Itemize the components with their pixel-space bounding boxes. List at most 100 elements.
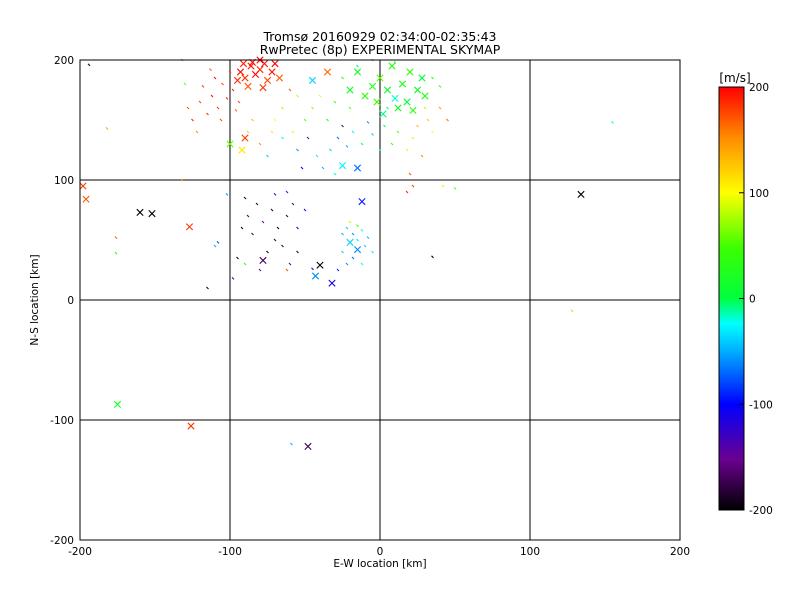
data-point-dot — [114, 236, 118, 239]
data-point-dot — [303, 118, 307, 122]
y-tick-label: 100 — [54, 175, 74, 187]
data-point-dot — [273, 193, 277, 196]
data-point-dot — [336, 136, 340, 140]
data-point-cross — [323, 68, 332, 76]
data-point-cross — [421, 92, 429, 100]
data-point-cross — [185, 223, 194, 231]
data-point-dot — [219, 118, 223, 122]
data-point-dot — [225, 97, 229, 100]
data-point-dot — [273, 238, 277, 242]
data-point-dot — [240, 226, 244, 230]
data-point-cross — [409, 106, 417, 114]
data-point-dot — [246, 130, 250, 134]
data-point-dot — [570, 309, 574, 313]
data-point-cross — [353, 68, 362, 76]
data-point-dot — [396, 130, 400, 134]
data-point-dot — [281, 244, 284, 248]
data-point-dot — [378, 148, 382, 152]
data-point-dot — [291, 130, 295, 134]
data-point-dot — [221, 82, 224, 86]
data-point-cross — [244, 82, 252, 90]
data-point-dot — [296, 226, 299, 230]
data-point-dot — [351, 232, 355, 236]
data-point-dot — [341, 124, 344, 128]
data-point-dot — [236, 256, 239, 260]
data-point-cross — [403, 98, 411, 106]
data-point-dot — [210, 94, 214, 98]
data-point-cross — [388, 62, 396, 70]
data-point-cross — [241, 134, 249, 142]
data-point-dot — [258, 142, 262, 146]
data-point-dot — [206, 112, 209, 116]
data-point-dot — [341, 250, 344, 254]
data-point-dot — [281, 106, 284, 110]
data-point-dot — [114, 251, 118, 255]
data-point-dot — [356, 238, 359, 242]
data-point-cross — [577, 190, 585, 198]
data-point-cross — [148, 210, 156, 218]
data-point-cross — [260, 60, 269, 68]
data-point-cross — [239, 60, 248, 68]
data-point-dot — [411, 184, 415, 188]
data-point-dot — [383, 124, 386, 128]
data-point-dot — [333, 172, 337, 176]
data-point-dot — [329, 148, 332, 152]
data-point-dot — [360, 262, 364, 266]
data-point-dot — [345, 226, 349, 230]
data-point-dot — [231, 88, 235, 92]
data-point-dot — [225, 193, 229, 196]
data-point-dot — [87, 63, 91, 67]
data-point-dot — [183, 82, 187, 86]
data-point-dot — [191, 118, 194, 122]
data-point-cross — [338, 162, 347, 170]
data-point-dot — [371, 250, 374, 254]
data-point-dot — [288, 262, 292, 266]
data-point-dot — [213, 76, 217, 80]
data-point-dot — [209, 68, 212, 71]
data-points — [79, 56, 614, 450]
data-point-dot — [438, 85, 442, 88]
data-point-dot — [326, 118, 329, 122]
data-point-dot — [311, 106, 314, 110]
data-point-cross — [346, 238, 354, 246]
data-point-dot — [420, 154, 424, 158]
data-point-cross — [353, 246, 362, 254]
data-point-dot — [246, 214, 250, 218]
data-point-dot — [216, 106, 220, 110]
x-axis-label: E-W location [km] — [333, 558, 426, 570]
data-point-cross — [358, 198, 366, 206]
data-point-dot — [441, 184, 445, 188]
data-point-cross — [304, 442, 312, 450]
data-point-dot — [315, 154, 319, 158]
data-point-dot — [201, 85, 205, 88]
data-point-dot — [290, 442, 293, 446]
data-point-dot — [411, 136, 415, 140]
data-point-cross — [368, 82, 377, 90]
data-point-dot — [360, 229, 364, 232]
data-point-dot — [341, 232, 344, 236]
data-point-dot — [270, 130, 274, 134]
data-point-cross — [187, 422, 195, 430]
data-point-dot — [341, 76, 344, 80]
data-point-dot — [291, 202, 295, 206]
data-point-dot — [318, 94, 322, 98]
data-point-cross — [398, 80, 407, 88]
data-point-cross — [391, 94, 399, 102]
data-point-dot — [360, 142, 364, 146]
data-point-cross — [418, 74, 426, 82]
data-point-dot — [213, 244, 217, 248]
data-point-cross — [82, 195, 90, 203]
data-point-cross — [79, 182, 87, 190]
data-point-dot — [285, 190, 289, 194]
data-point-dot — [416, 124, 419, 128]
data-point-dot — [266, 154, 269, 158]
data-point-cross — [413, 86, 422, 94]
data-point-cross — [241, 74, 249, 82]
y-tick-label: 0 — [67, 295, 74, 307]
data-point-dot — [228, 70, 232, 74]
data-point-dot — [266, 250, 269, 254]
data-point-dot — [273, 118, 277, 122]
data-point-dot — [243, 196, 247, 200]
data-point-dot — [251, 232, 254, 236]
data-point-cross — [268, 68, 276, 76]
